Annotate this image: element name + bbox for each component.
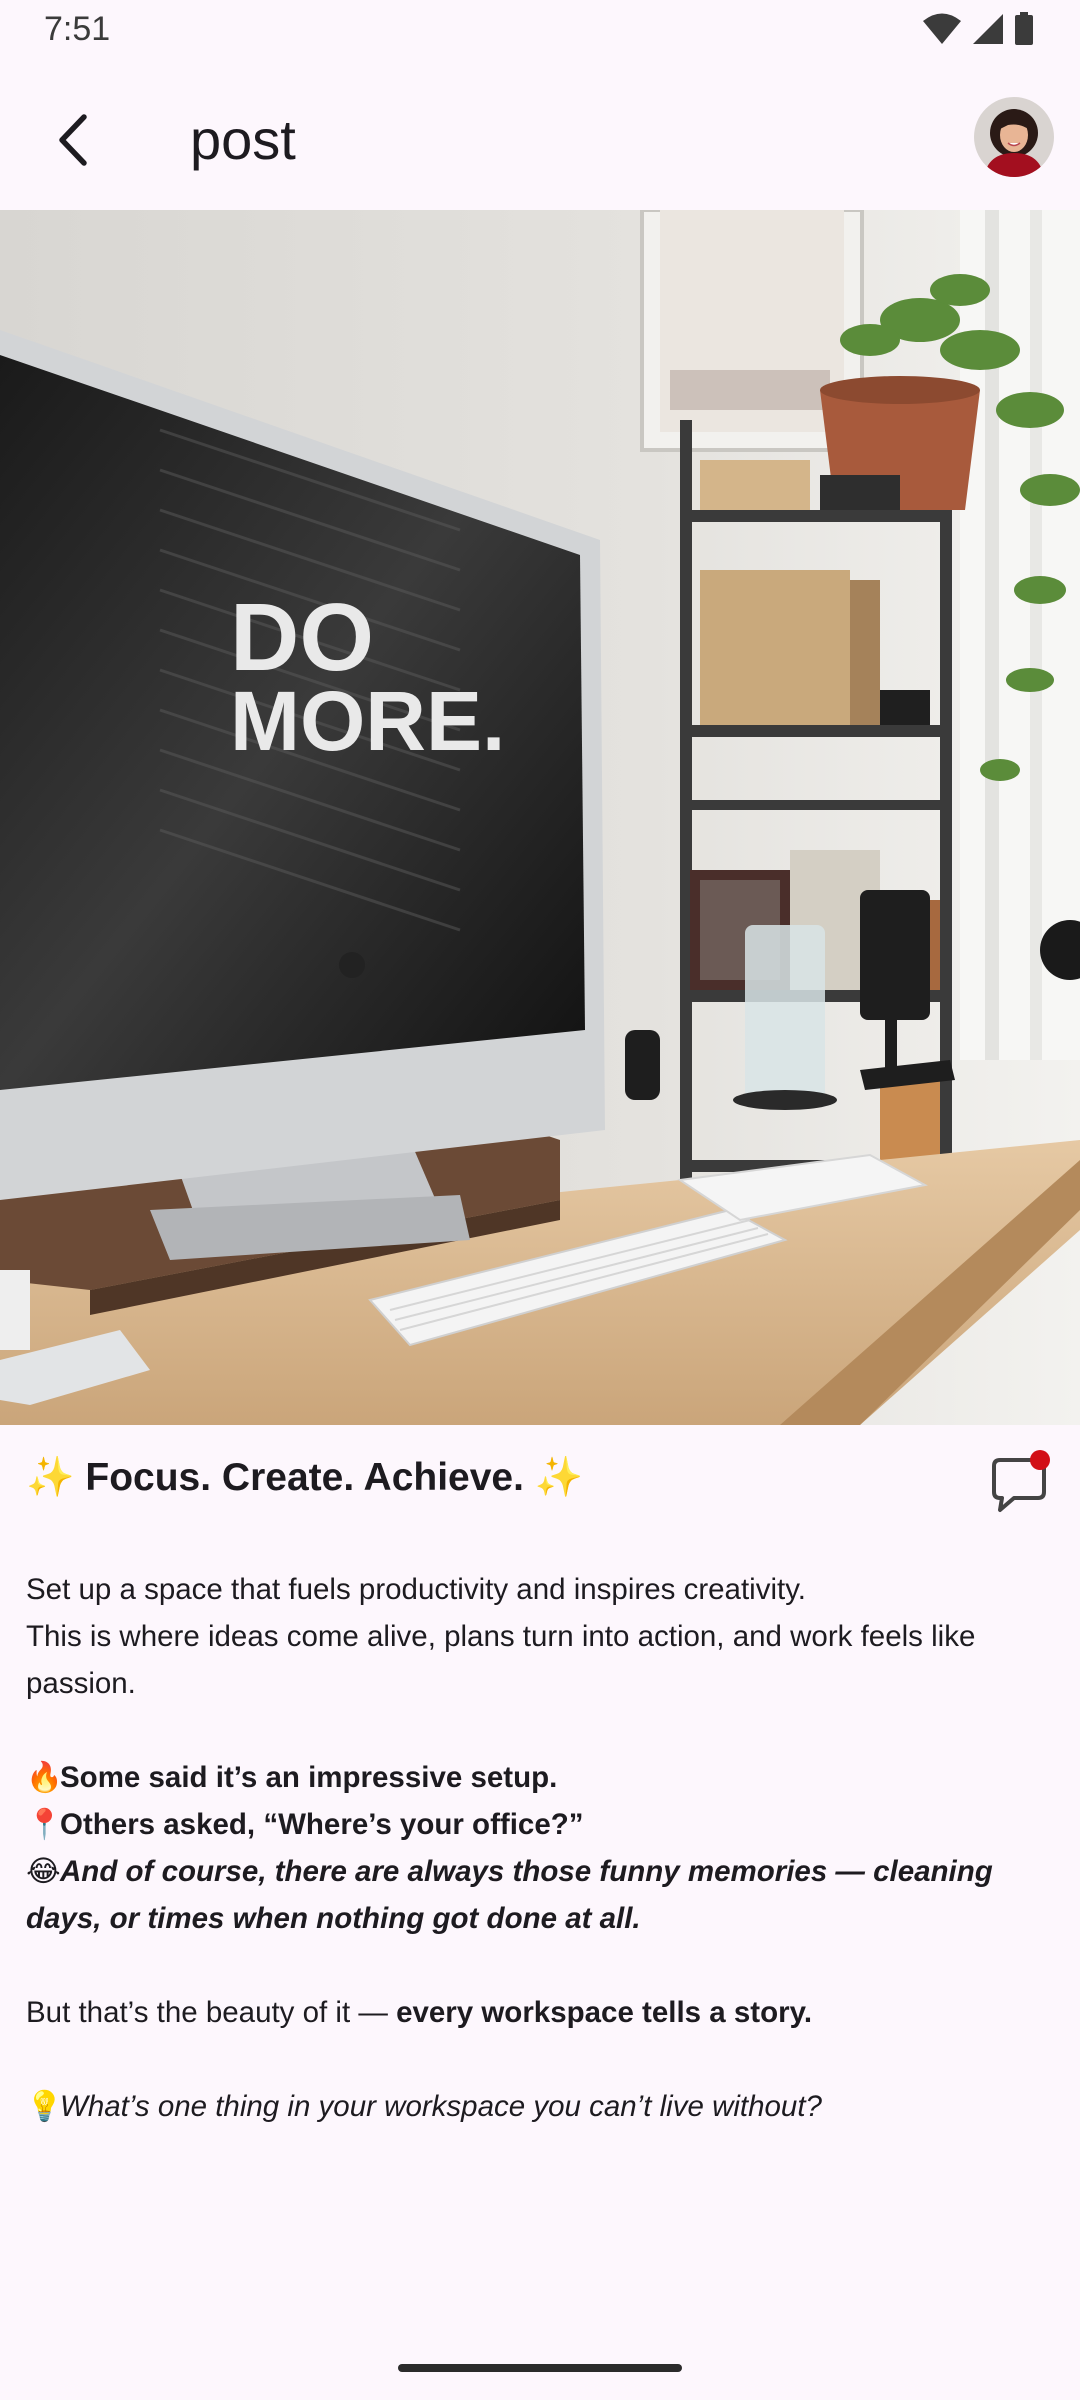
svg-text:MORE.: MORE.: [230, 674, 505, 768]
laugh-icon: 😂: [26, 1854, 61, 1888]
page-title: post: [190, 108, 296, 171]
pin-icon: 📍: [26, 1807, 63, 1841]
user-avatar-image: [974, 97, 1054, 177]
beauty-prefix: But that’s the beauty of it —: [26, 1996, 397, 2029]
notification-dot: [1030, 1450, 1050, 1470]
post-image: DO MORE.: [0, 210, 1080, 1425]
signal-icon: [973, 14, 1003, 44]
impressive-text: Some said it’s an impressive setup.: [60, 1761, 558, 1794]
question-line: 💡What’s one thing in your workspace you …: [26, 2083, 1056, 2130]
arrow-back-icon: [59, 114, 87, 166]
desk-photo: DO MORE.: [0, 210, 1080, 1425]
intro-line-2: This is where ideas come alive, plans tu…: [26, 1620, 976, 1700]
comment-button[interactable]: [984, 1448, 1054, 1518]
beauty-bold: every workspace tells a story.: [396, 1996, 813, 2029]
post-title-row: ✨ Focus. Create. Achieve. ✨: [26, 1448, 1054, 1518]
beauty-line: But that’s the beauty of it — every work…: [26, 1989, 1056, 2036]
comment-icon: [992, 1450, 1050, 1512]
back-button[interactable]: [32, 100, 112, 180]
status-bar: 7:51: [0, 0, 1080, 62]
battery-icon: [1015, 12, 1033, 45]
fire-icon: 🔥: [26, 1760, 63, 1794]
lightbulb-icon: 💡: [26, 2089, 63, 2123]
avatar[interactable]: [974, 97, 1054, 177]
office-line: 📍Others asked, “Where’s your office?”: [26, 1801, 1056, 1848]
impressive-line: 🔥Some said it’s an impressive setup.: [26, 1754, 1056, 1801]
status-icons: [922, 12, 1034, 46]
status-time: 7:51: [44, 10, 111, 48]
wifi-icon: [923, 13, 961, 44]
intro-line-1: Set up a space that fuels productivity a…: [26, 1573, 806, 1606]
post-title: ✨ Focus. Create. Achieve. ✨: [26, 1456, 584, 1499]
memories-line: 😂And of course, there are always those f…: [26, 1848, 1056, 1942]
app-bar: post: [0, 62, 1080, 210]
office-text: Others asked, “Where’s your office?”: [60, 1808, 584, 1841]
memories-text: And of course, there are always those fu…: [26, 1855, 993, 1935]
home-indicator[interactable]: [398, 2364, 682, 2372]
question-text: What’s one thing in your workspace you c…: [60, 2090, 822, 2123]
post-body: Set up a space that fuels productivity a…: [26, 1566, 1056, 2130]
